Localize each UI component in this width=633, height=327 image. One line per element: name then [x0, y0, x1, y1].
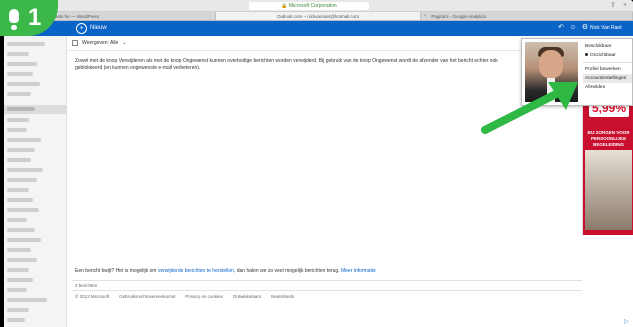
arrow-shaft [481, 88, 564, 134]
step-number: 1 [28, 4, 42, 31]
footprint-icon [9, 9, 19, 30]
pointer-arrow-icon [481, 82, 578, 134]
